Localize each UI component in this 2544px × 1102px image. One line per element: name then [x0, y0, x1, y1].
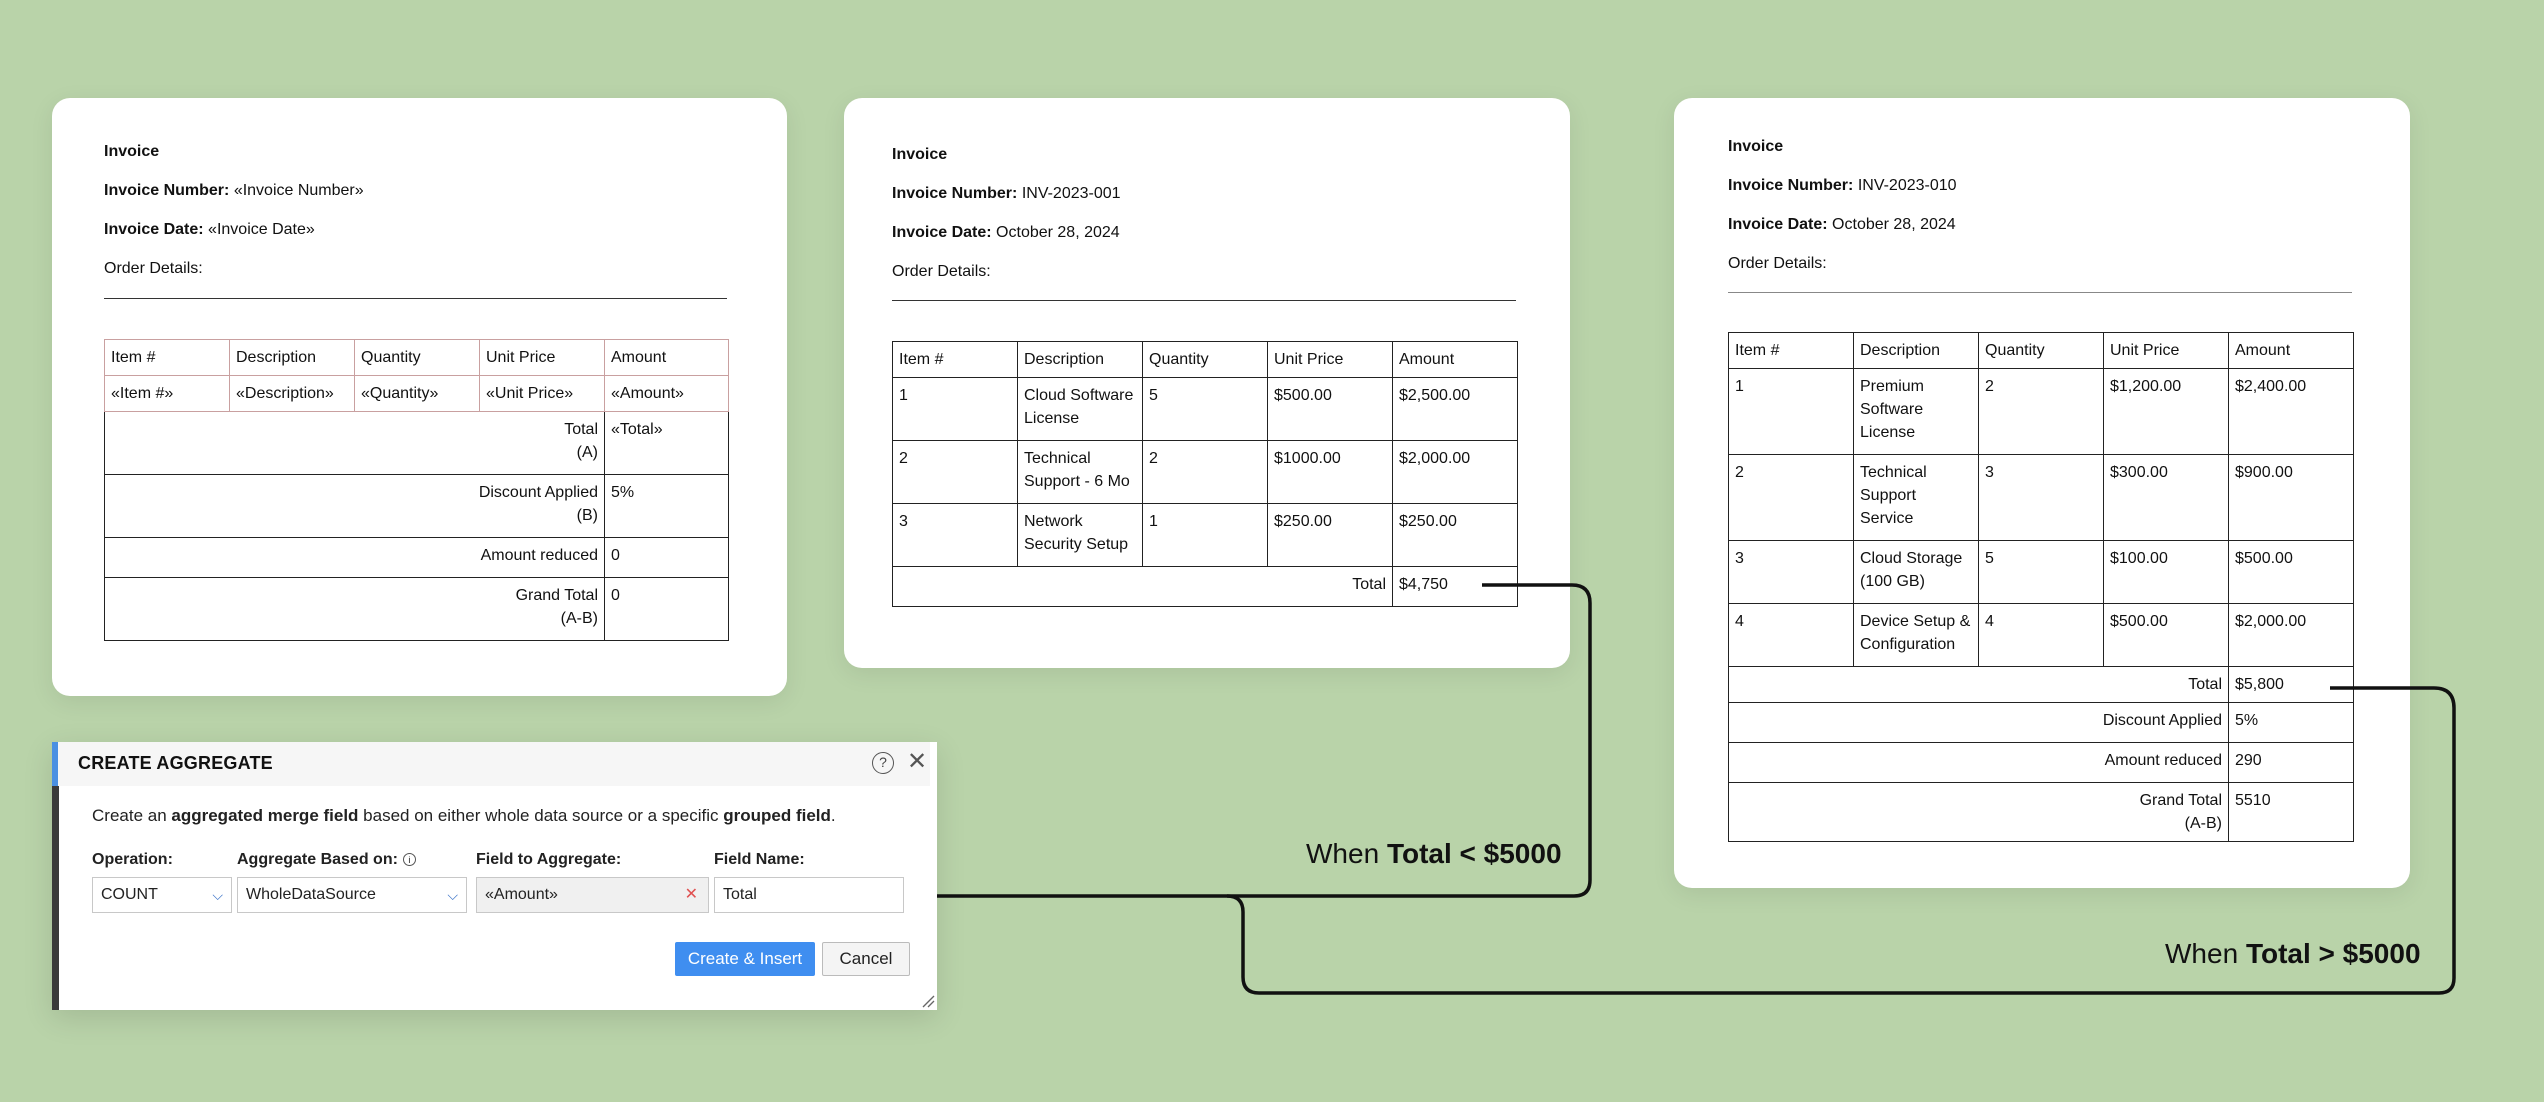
help-circle-icon[interactable]: ? [872, 752, 894, 774]
close-icon[interactable]: ✕ [907, 750, 927, 774]
based-on-select[interactable]: WholeDataSource ⌵ [237, 877, 467, 913]
field-to-aggregate-input[interactable]: «Amount» ✕ [476, 877, 709, 913]
cancel-button[interactable]: Cancel [822, 942, 910, 976]
operation-select[interactable]: COUNT ⌵ [92, 877, 232, 913]
create-aggregate-dialog: CREATE AGGREGATE ? ✕ Create an aggregate… [52, 742, 937, 1010]
create-insert-button[interactable]: Create & Insert [675, 942, 815, 976]
based-on-label: Aggregate Based on: i [237, 851, 416, 869]
dialog-description: Create an aggregated merge field based o… [92, 806, 836, 825]
resize-handle-icon[interactable] [921, 994, 935, 1008]
condition-low-label: When Total < $5000 [1306, 838, 1562, 869]
field-name-label: Field Name: [714, 851, 805, 868]
chevron-down-icon: ⌵ [212, 887, 223, 903]
operation-label: Operation: [92, 851, 173, 868]
clear-icon[interactable]: ✕ [685, 878, 698, 912]
condition-high-label: When Total > $5000 [2165, 938, 2421, 969]
info-icon: i [402, 853, 416, 867]
dialog-title: CREATE AGGREGATE [78, 753, 273, 773]
field-to-aggregate-label: Field to Aggregate: [476, 851, 622, 868]
chevron-down-icon: ⌵ [447, 887, 458, 903]
field-name-input[interactable]: Total [714, 877, 904, 913]
